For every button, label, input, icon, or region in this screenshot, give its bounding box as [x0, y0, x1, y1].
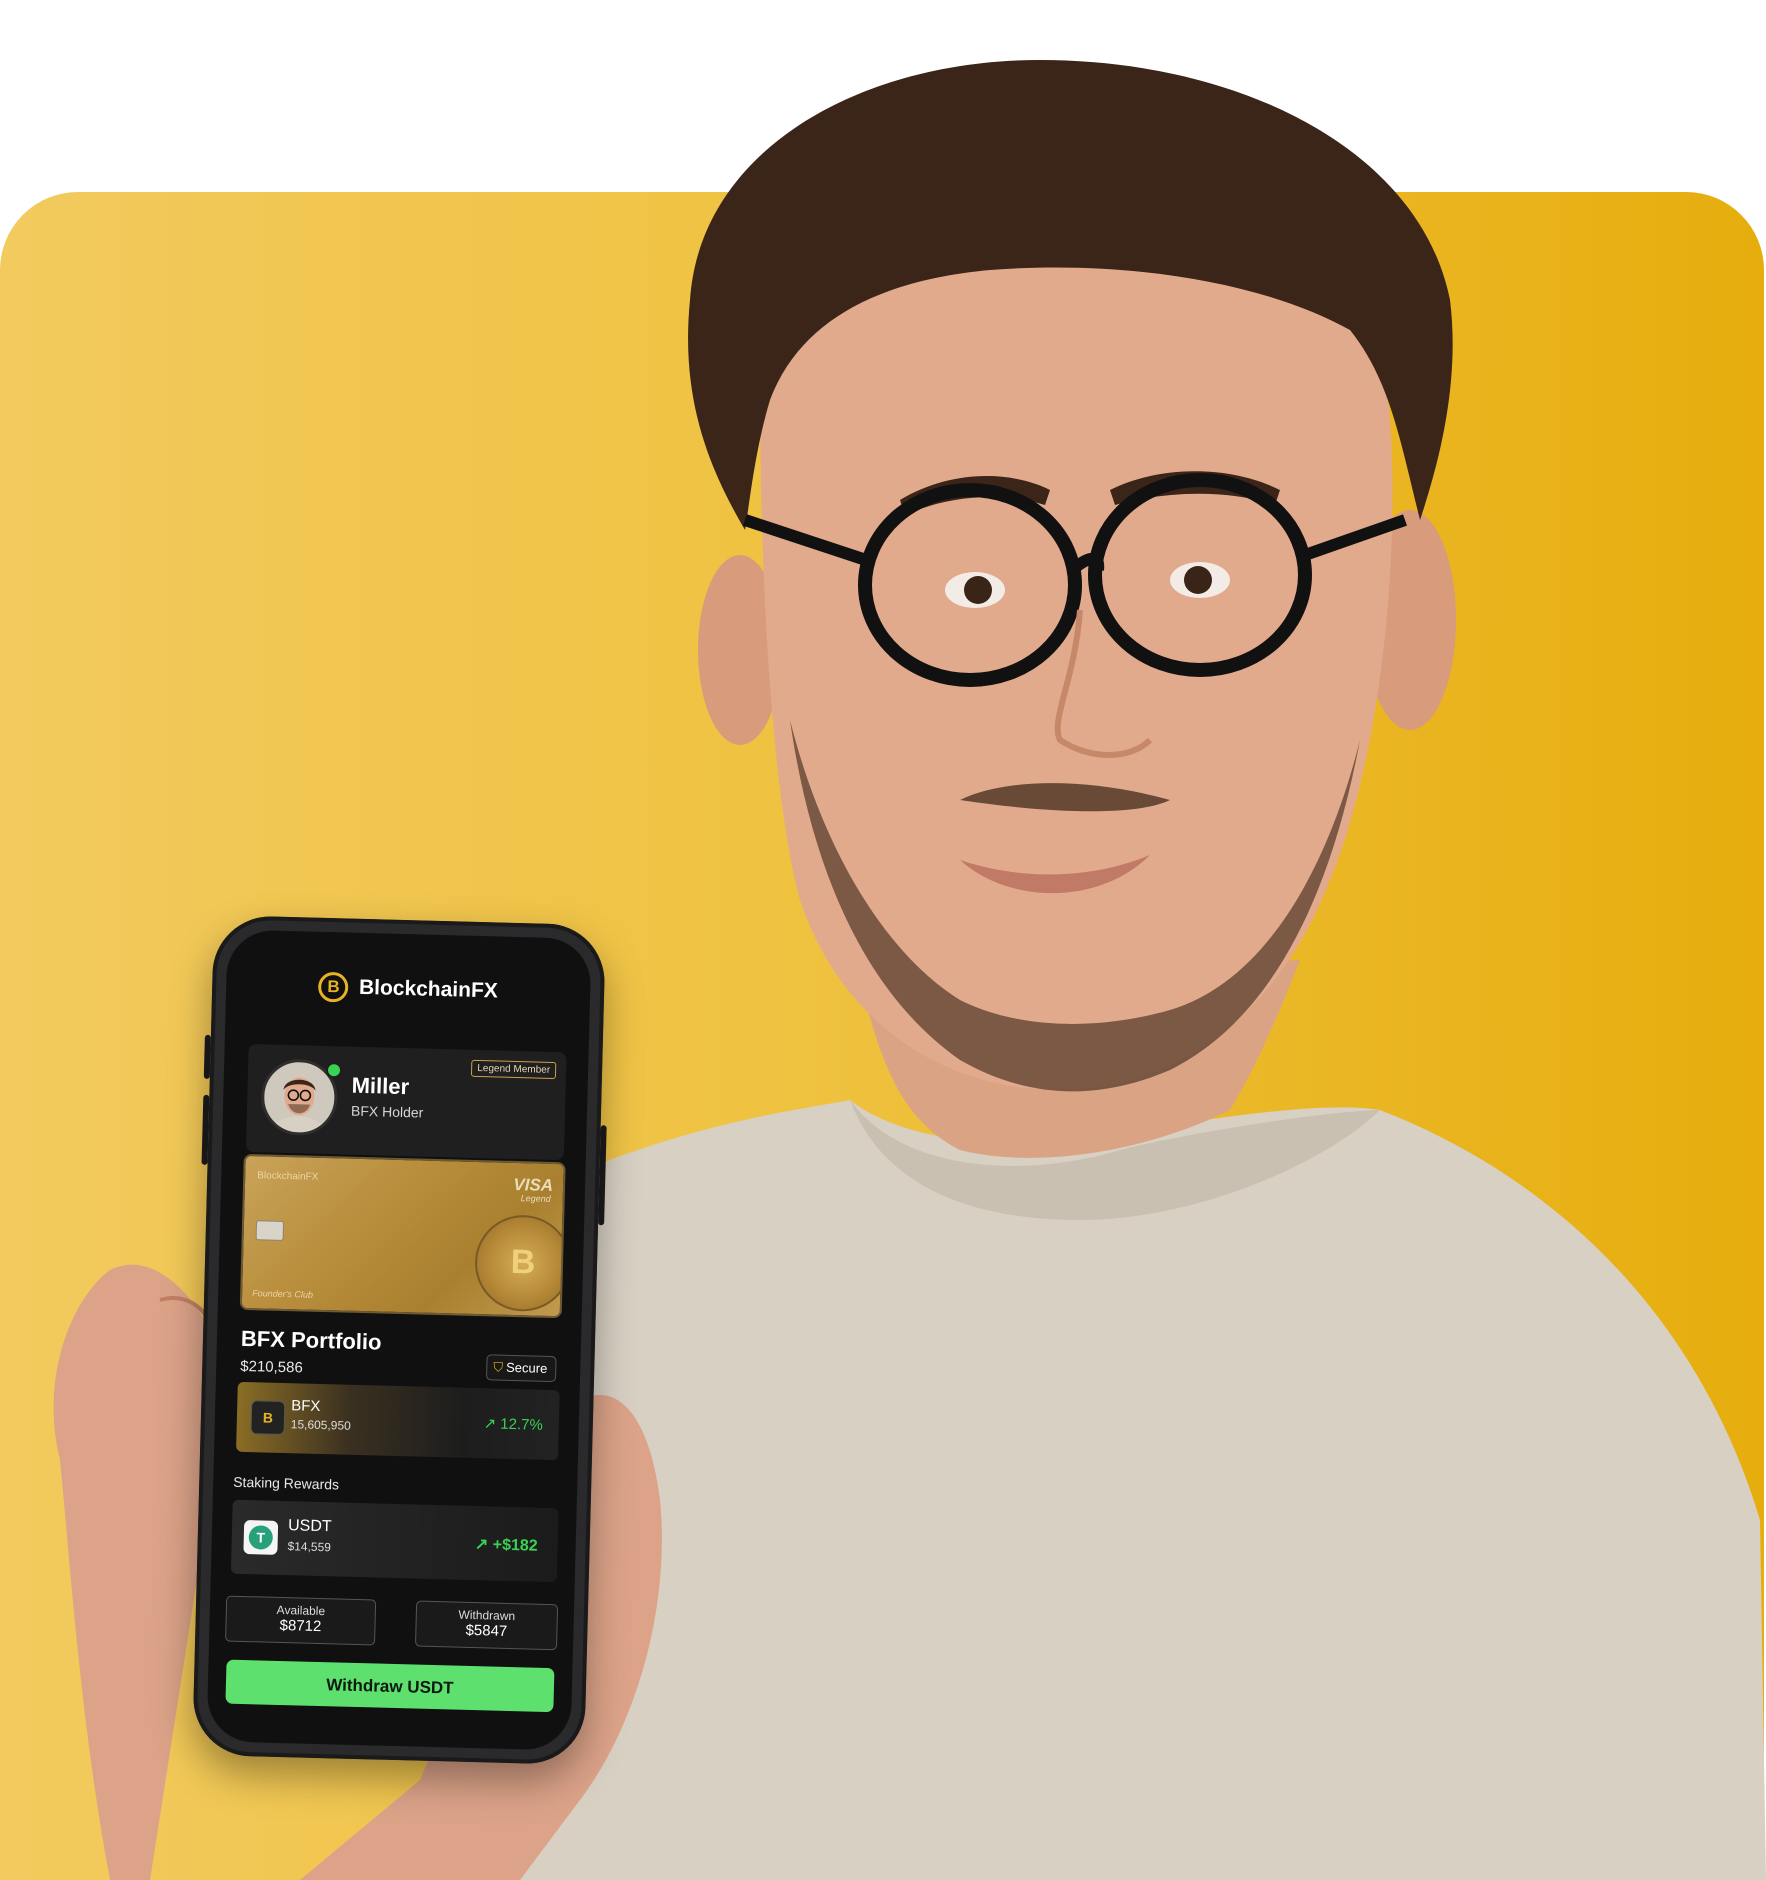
bfx-change: ↗ 12.7%	[483, 1415, 544, 1434]
member-badge: Legend Member	[471, 1059, 557, 1080]
card-tier: Legend	[520, 1193, 551, 1204]
gold-visa-card[interactable]: BlockchainFX VISA Legend B Founder's Clu…	[239, 1153, 566, 1319]
online-status-dot	[325, 1062, 343, 1079]
withdraw-usdt-button[interactable]: Withdraw USDT	[225, 1659, 555, 1713]
bfx-coin-emblem-icon: B	[473, 1213, 566, 1313]
card-chip-icon	[255, 1220, 285, 1241]
usdt-amount: $14,559	[287, 1539, 332, 1555]
card-brand: BlockchainFX	[257, 1170, 319, 1183]
shield-check-icon: ⛉	[493, 1359, 504, 1375]
available-value: $8712	[279, 1616, 322, 1636]
usdt-change: ↗ +$182	[474, 1536, 538, 1555]
card-club-label: Founder's Club	[252, 1288, 314, 1300]
portfolio-title: BFX Portfolio	[240, 1325, 382, 1355]
secure-label: Secure	[505, 1359, 548, 1376]
smartphone: B BlockchainFX Miller BFX Holder Legend …	[192, 915, 607, 1765]
blockchainfx-logo-icon: B	[318, 971, 349, 1003]
bfx-symbol: BFX	[291, 1397, 321, 1415]
app-header: B BlockchainFX	[226, 969, 591, 1019]
user-role: BFX Holder	[350, 1102, 424, 1121]
bfx-token-icon: B	[250, 1400, 286, 1436]
user-name: Miller	[351, 1072, 410, 1100]
usdt-reward-row[interactable]: T USDT $14,559 ↗ +$182	[230, 1499, 559, 1583]
tether-icon: T	[243, 1520, 279, 1555]
available-stat: Available $8712	[225, 1595, 377, 1646]
profile-card[interactable]: Miller BFX Holder Legend Member	[245, 1043, 567, 1161]
bfx-holding-row[interactable]: B BFX 15,605,950 ↗ 12.7%	[236, 1381, 560, 1461]
withdrawn-stat: Withdrawn $5847	[414, 1600, 559, 1651]
usdt-symbol: USDT	[287, 1517, 332, 1536]
secure-badge[interactable]: ⛉ Secure	[486, 1354, 557, 1383]
bfx-amount: 15,605,950	[290, 1417, 351, 1433]
withdrawn-value: $5847	[465, 1621, 508, 1640]
brand-name: BlockchainFX	[358, 975, 499, 1003]
staking-rewards-label: Staking Rewards	[233, 1473, 340, 1493]
portfolio-total: $210,586	[240, 1357, 304, 1377]
phone-screen: B BlockchainFX Miller BFX Holder Legend …	[206, 929, 592, 1751]
